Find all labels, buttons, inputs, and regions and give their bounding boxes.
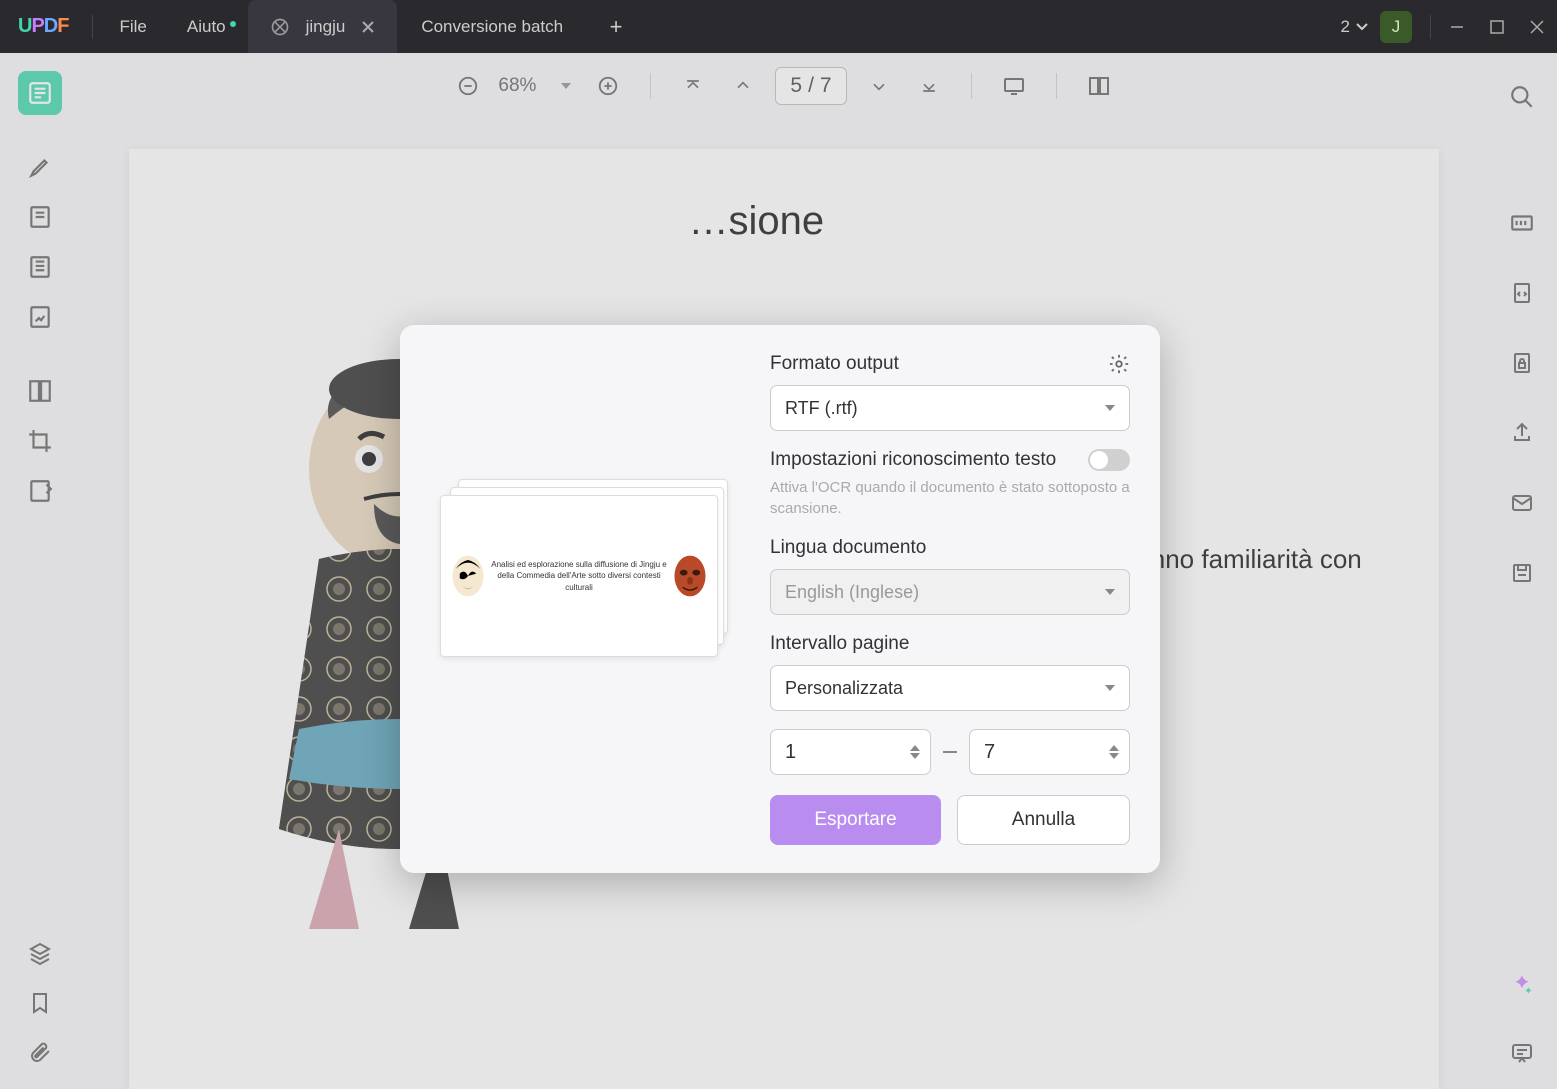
range-select[interactable]: Personalizzata [770, 665, 1130, 711]
tab-label: Conversione batch [421, 17, 563, 37]
tab-active[interactable]: jingju [248, 0, 398, 53]
stepper-down-icon[interactable] [1109, 753, 1119, 759]
mask-icon-left [451, 531, 485, 621]
lang-select: English (Inglese) [770, 569, 1130, 615]
tab-doc-icon [270, 17, 290, 37]
mask-icon-right [673, 531, 707, 621]
maximize-button[interactable] [1477, 7, 1517, 47]
close-window-button[interactable] [1517, 7, 1557, 47]
range-from-input[interactable]: 1 [770, 729, 931, 775]
user-avatar[interactable]: J [1380, 11, 1412, 43]
minimize-button[interactable] [1437, 7, 1477, 47]
stepper-down-icon[interactable] [910, 753, 920, 759]
output-format-label: Formato output [770, 353, 899, 375]
export-modal: Analisi ed esplorazione sulla diffusione… [400, 325, 1160, 873]
tab-batch[interactable]: Conversione batch [399, 0, 585, 53]
preview-caption: Analisi ed esplorazione sulla diffusione… [485, 559, 673, 593]
range-to-input[interactable]: 7 [969, 729, 1130, 775]
range-label: Intervallo pagine [770, 633, 909, 655]
ocr-help-text: Attiva l'OCR quando il documento è stato… [770, 477, 1130, 519]
ocr-label: Impostazioni riconoscimento testo [770, 449, 1056, 471]
menu-help[interactable]: Aiuto [167, 17, 246, 37]
main-area: 68% 5 / 7 [0, 53, 1557, 1089]
cancel-button[interactable]: Annulla [957, 795, 1130, 845]
stepper-up-icon[interactable] [1109, 745, 1119, 751]
export-button[interactable]: Esportare [770, 795, 941, 845]
app-logo: UPDF [0, 15, 86, 38]
stepper-up-icon[interactable] [910, 745, 920, 751]
lang-label: Lingua documento [770, 537, 926, 559]
tab-label: jingju [306, 17, 346, 37]
modal-preview: Analisi ed esplorazione sulla diffusione… [400, 325, 760, 873]
titlebar: UPDF File Aiuto jingju Conversione batch… [0, 0, 1557, 53]
output-format-select[interactable]: RTF (.rtf) [770, 385, 1130, 431]
window-count[interactable]: 2 [1341, 17, 1368, 37]
menu-file[interactable]: File [99, 17, 166, 37]
range-dash [943, 751, 957, 753]
settings-gear-icon[interactable] [1108, 353, 1130, 375]
tab-close-icon[interactable] [361, 20, 375, 34]
new-tab-button[interactable]: + [601, 12, 631, 42]
ocr-toggle[interactable] [1088, 449, 1130, 471]
